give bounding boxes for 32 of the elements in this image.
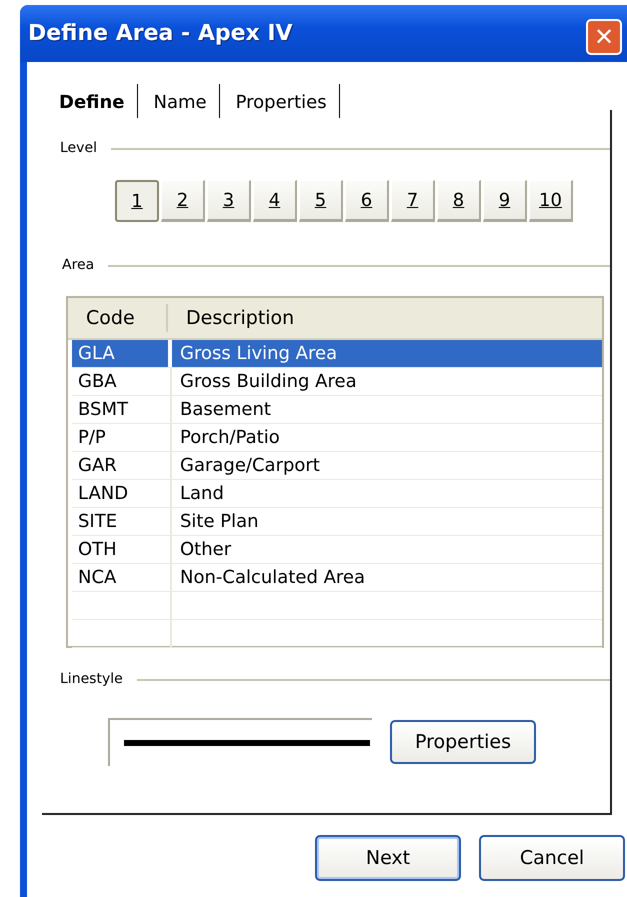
level-button[interactable]: 1 [115, 180, 159, 222]
table-row[interactable]: P/P Porch/Patio [72, 424, 602, 452]
level-button[interactable]: 2 [161, 180, 205, 222]
properties-button[interactable]: Properties [390, 720, 536, 764]
window-title: Define Area - Apex IV [28, 20, 293, 48]
level-button[interactable]: 8 [437, 180, 481, 222]
table-row[interactable]: SITE Site Plan [72, 508, 602, 536]
table-row[interactable]: GLA Gross Living Area [72, 340, 602, 368]
section-label: Linestyle [60, 670, 123, 689]
section-label: Area [62, 256, 94, 275]
table-row[interactable]: NCA Non-Calculated Area [72, 564, 602, 592]
level-button[interactable]: 5 [299, 180, 343, 222]
tab[interactable]: Properties [234, 84, 340, 118]
close-button[interactable]: ✕ [586, 19, 622, 55]
column-header[interactable]: Code [68, 304, 168, 332]
table-row[interactable]: OTH Other [72, 536, 602, 564]
level-button[interactable]: 10 [529, 180, 573, 222]
tab[interactable]: Name [152, 84, 220, 118]
level-button[interactable]: 6 [345, 180, 389, 222]
level-button[interactable]: 7 [391, 180, 435, 222]
next-button[interactable]: Next [315, 835, 461, 881]
tab[interactable]: Define [57, 84, 138, 118]
table-row[interactable]: GBA Gross Building Area [72, 368, 602, 396]
level-button[interactable]: 4 [253, 180, 297, 222]
cancel-button[interactable]: Cancel [479, 835, 625, 881]
column-header[interactable]: Description [168, 304, 294, 332]
level-button[interactable]: 3 [207, 180, 251, 222]
table-row[interactable]: GAR Garage/Carport [72, 452, 602, 480]
table-row[interactable]: BSMT Basement [72, 396, 602, 424]
section-label: Level [60, 139, 97, 158]
table-row[interactable]: LAND Land [72, 480, 602, 508]
level-button[interactable]: 9 [483, 180, 527, 222]
